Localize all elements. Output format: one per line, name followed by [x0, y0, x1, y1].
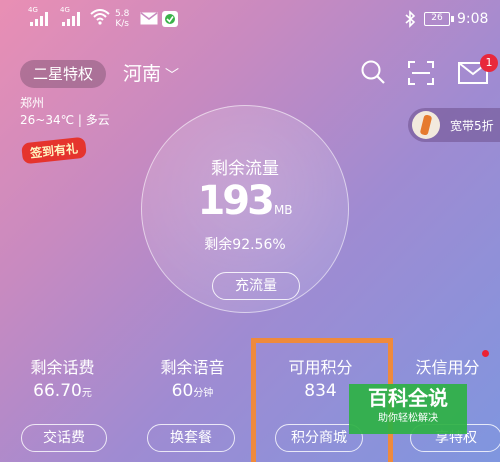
signin-label: 签到有礼: [21, 136, 87, 165]
stat-voice[interactable]: 剩余语音 60分钟 换套餐: [130, 354, 255, 452]
promo-logo-icon: [412, 111, 440, 139]
data-amount: 193 MB: [142, 178, 348, 224]
signal-icon-2: 4G: [60, 6, 80, 30]
signin-reward-button[interactable]: 签到有礼: [21, 136, 87, 165]
battery-icon: 26: [424, 12, 454, 26]
region-selector[interactable]: 河南 ﹀: [123, 59, 179, 86]
promo-label: 宽带5折: [450, 119, 494, 133]
status-bar: 4G 4G 5.8 K/s 26 9:08: [0, 0, 500, 40]
data-remaining-percent: 剩余92.56%: [204, 237, 286, 253]
stat-label: 沃信用分: [415, 358, 480, 377]
stat-balance[interactable]: 剩余话费 66.70元 交话费: [0, 354, 125, 452]
signal-icon-1: 4G: [28, 6, 48, 30]
search-icon[interactable]: [360, 59, 386, 89]
network-speed: 5.8 K/s: [115, 9, 130, 29]
chevron-down-icon: ﹀: [165, 68, 180, 84]
region-label: 河南: [123, 63, 162, 85]
top-header: 二星特权 河南 ﹀ 1: [0, 54, 500, 93]
watermark-subtitle: 助你轻松解决: [378, 413, 438, 424]
status-time: 9:08: [457, 11, 489, 27]
mail-icon: [140, 12, 158, 29]
stat-label: 剩余语音: [160, 358, 225, 377]
weather-widget: 郑州 26~34℃ | 多云: [20, 95, 110, 129]
watermark-logo: 百科全说 助你轻松解决: [349, 384, 467, 434]
app-notification-icon: [162, 11, 178, 31]
data-title: 剩余流量: [211, 159, 279, 179]
scan-icon[interactable]: [408, 61, 434, 89]
wifi-icon: [90, 9, 110, 29]
notification-dot: [482, 350, 489, 357]
stat-value: 60分钟: [171, 381, 214, 401]
member-level-button[interactable]: 二星特权: [20, 60, 107, 88]
change-plan-button[interactable]: 换套餐: [147, 424, 235, 452]
weather-forecast: 26~34℃ | 多云: [20, 113, 110, 127]
message-badge: 1: [480, 54, 498, 72]
top-up-data-button[interactable]: 充流量: [212, 272, 300, 300]
battery-level: 26: [424, 12, 450, 26]
bluetooth-icon: [404, 10, 416, 32]
data-amount-unit: MB: [273, 203, 293, 217]
broadband-promo-banner[interactable]: 宽带5折: [408, 108, 500, 142]
data-amount-value: 193: [197, 178, 274, 224]
stat-label: 剩余话费: [30, 358, 95, 377]
data-usage-circle[interactable]: 剩余流量 193 MB 剩余92.56% 充流量: [141, 105, 349, 313]
watermark-title: 百科全说: [368, 386, 448, 410]
message-icon[interactable]: 1: [458, 54, 498, 88]
weather-city: 郑州: [20, 96, 45, 110]
pay-bill-button[interactable]: 交话费: [21, 424, 107, 452]
stat-value: 66.70元: [33, 381, 92, 401]
